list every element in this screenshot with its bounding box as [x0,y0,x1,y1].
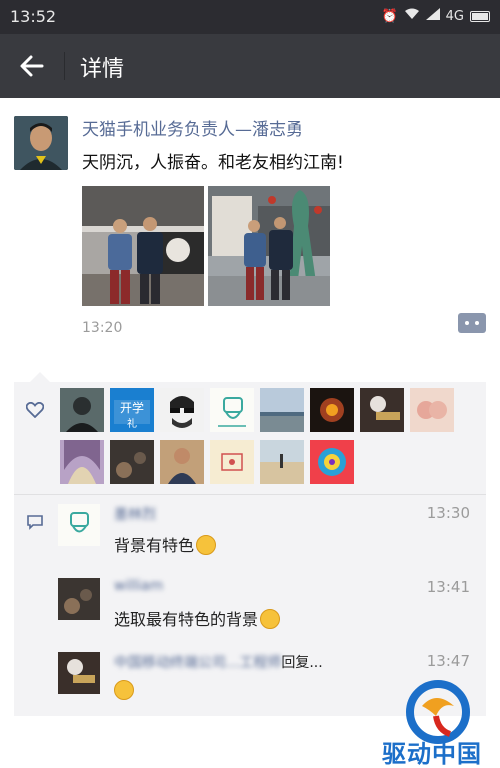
interaction-panel: 开学礼 墨林烈 13:30 背景有特色 william 13:41 选取最有特色… [14,372,486,716]
like-avatar[interactable] [110,440,154,484]
battery-icon [470,10,490,22]
status-icons: ⏰ 4G [381,8,490,24]
like-avatar[interactable] [60,440,104,484]
comment-avatar[interactable] [58,652,100,694]
like-avatar[interactable] [160,388,204,432]
post-author[interactable]: 天猫手机业务负责人—潘志勇 [82,115,303,140]
comment-time: 13:47 [426,652,470,670]
like-avatar[interactable] [310,388,354,432]
grin-emoji-icon [114,680,134,700]
svg-text:礼: 礼 [127,417,137,430]
comment-author[interactable]: 中国移动终端公司...工程师 [114,655,281,671]
like-avatar[interactable] [360,388,404,432]
like-avatar[interactable] [60,388,104,432]
comment-time: 13:30 [426,504,470,522]
wifi-icon [404,8,420,24]
smirk-emoji-icon [196,535,217,555]
comment-text: 选取最有特色的背景 [114,606,281,630]
like-avatar[interactable] [160,440,204,484]
comment-time: 13:41 [426,578,470,596]
like-avatar[interactable]: 开学礼 [110,388,154,432]
alarm-icon: ⏰ [381,8,398,24]
app-bar: 详情 [0,34,500,98]
comment-icon [26,514,44,534]
comment-header: 中国移动终端公司...工程师回复... [114,652,323,672]
like-avatar[interactable] [260,440,304,484]
post-time: 13:20 [82,320,123,336]
arrow-left-icon [20,55,44,77]
dot-icon [465,321,469,325]
dot-icon [475,321,479,325]
comment-like-menu-button[interactable] [458,313,486,333]
status-time: 13:52 [10,7,57,26]
post-photo-1[interactable] [82,186,204,306]
comment-author[interactable]: william [114,578,163,594]
svg-text:开学: 开学 [120,400,144,415]
like-avatar[interactable] [310,440,354,484]
like-avatar[interactable] [260,388,304,432]
comment-author[interactable]: 墨林烈 [114,504,156,524]
page-title: 详情 [80,57,125,82]
reply-label: 回复... [281,655,323,671]
comment-avatar[interactable] [58,504,100,546]
author-avatar[interactable] [14,116,68,170]
heart-icon [25,401,45,422]
comment-text [114,680,134,700]
post-text: 天阴沉，人振奋。和老友相约江南! [82,153,344,173]
appbar-divider [64,52,65,80]
like-avatar[interactable] [410,388,454,432]
comment-text: 背景有特色 [114,532,217,556]
post-photo-2[interactable] [208,186,330,306]
panel-divider [14,494,486,495]
comment-avatar[interactable] [58,578,100,620]
watermark-text: 驱动中国 [382,740,482,768]
back-button[interactable] [14,48,50,84]
like-avatar[interactable] [210,440,254,484]
smirk-emoji-icon [260,609,281,629]
status-bar: 13:52 ⏰ 4G [0,0,500,34]
network-type: 4G [445,8,464,24]
signal-icon [425,8,440,24]
like-avatar[interactable] [210,388,254,432]
